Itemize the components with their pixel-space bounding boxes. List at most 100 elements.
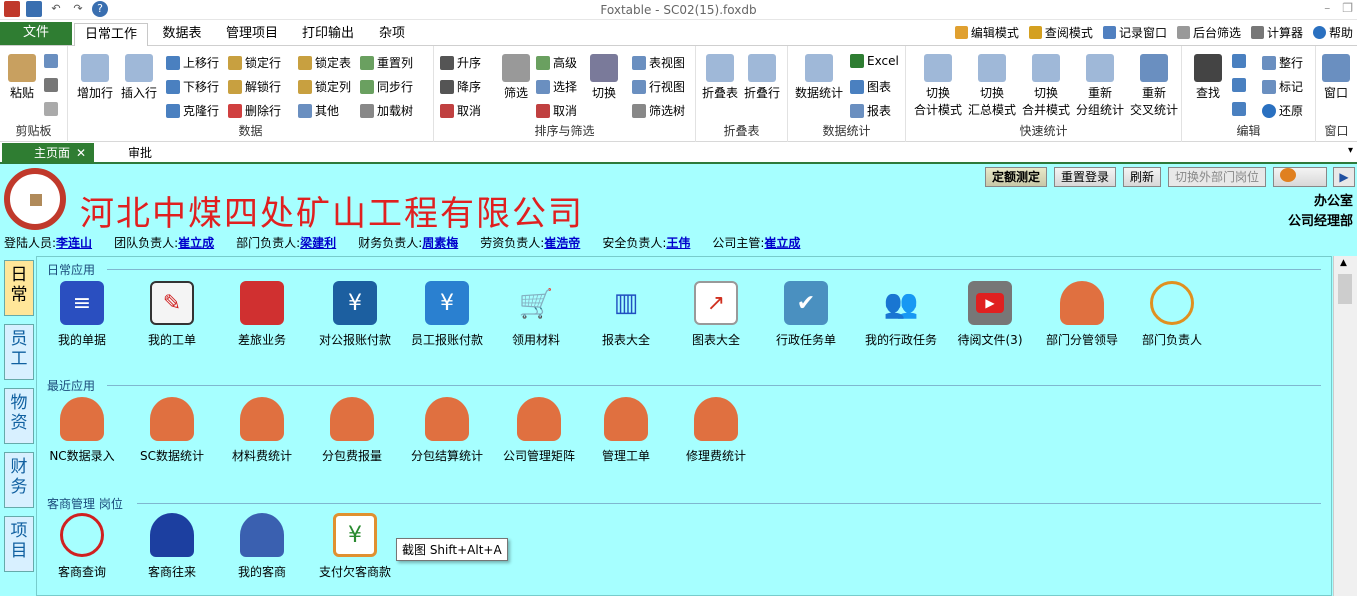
lock-row-button[interactable]: 锁定行 (228, 54, 281, 71)
app-admin-task[interactable]: ✔ 行政任务单 (763, 281, 849, 348)
app-repair-cost[interactable]: 修理费统计 (673, 397, 759, 464)
sort-asc-button[interactable]: 升序 (440, 54, 481, 71)
app-dept-head[interactable]: 部门负责人 (1129, 281, 1215, 348)
app-my-workorder[interactable]: ✎ 我的工单 (129, 281, 215, 348)
fold-table-button[interactable]: 折叠表 (700, 54, 740, 101)
app-customer-query[interactable]: 客商查询 (39, 513, 125, 580)
filter-tree-button[interactable]: 筛选树 (632, 102, 685, 119)
background-filter-button[interactable]: 后台筛选 (1176, 24, 1241, 41)
switch-merge-mode-button[interactable]: 切换 合并模式 (1018, 54, 1074, 118)
app-subcontract-report[interactable]: 分包费报量 (309, 397, 395, 464)
find-button[interactable]: 查找 (1188, 54, 1228, 101)
app-materials[interactable]: 🛒 领用材料 (493, 281, 579, 348)
sort-cancel-button[interactable]: 取消 (440, 102, 481, 119)
fold-row-button[interactable]: 折叠行 (742, 54, 782, 101)
restore-icon[interactable]: ❐ (1342, 1, 1353, 15)
nav-right-icon[interactable]: ▶ (1333, 167, 1355, 187)
excel-button[interactable]: Excel (850, 54, 899, 68)
info-safety-lead-value[interactable]: 王伟 (666, 236, 690, 250)
data-stat-button[interactable]: 数据统计 (792, 54, 846, 101)
tab-approve[interactable]: 审批 (104, 143, 184, 163)
table-view-button[interactable]: 表视图 (632, 54, 685, 71)
add-row-button[interactable]: 增加行 (72, 54, 118, 101)
advanced-filter-button[interactable]: 高级 (536, 54, 577, 71)
fill-button[interactable] (1232, 102, 1246, 116)
app-chart-all[interactable]: ↗ 图表大全 (673, 281, 759, 348)
app-material-cost[interactable]: 材料费统计 (219, 397, 305, 464)
lock-column-button[interactable]: 锁定列 (298, 78, 351, 95)
app-management-matrix[interactable]: 公司管理矩阵 (493, 397, 585, 464)
omega-button[interactable] (1232, 78, 1246, 92)
lock-table-button[interactable]: 锁定表 (298, 54, 351, 71)
spell-button[interactable] (1232, 54, 1246, 68)
tab-home-page[interactable]: 主页面 ✕ (2, 143, 94, 163)
switch-dept-button[interactable]: 切换外部门岗位 (1167, 167, 1266, 187)
help-button[interactable]: 帮助 (1312, 24, 1353, 41)
load-tree-button[interactable]: 加载树 (360, 102, 413, 119)
info-supervisor-value[interactable]: 崔立成 (764, 236, 800, 250)
regroup-stat-button[interactable]: 重新 分组统计 (1072, 54, 1128, 118)
tidy-row-button[interactable]: 整行 (1262, 54, 1303, 71)
format-painter-button[interactable] (44, 102, 58, 116)
clone-row-button[interactable]: 克隆行 (166, 102, 219, 119)
info-finance-lead-value[interactable]: 周素梅 (422, 236, 458, 250)
reset-column-button[interactable]: 重置列 (360, 54, 413, 71)
sync-row-button[interactable]: 同步行 (360, 78, 413, 95)
app-travel[interactable]: 差旅业务 (219, 281, 305, 348)
switch-filter-button[interactable]: 切换 (584, 54, 624, 101)
switch-summary-mode-button[interactable]: 切换 汇总模式 (964, 54, 1020, 118)
vtab-material[interactable]: 物资 (4, 388, 34, 444)
info-labor-lead-value[interactable]: 崔浩帝 (544, 236, 580, 250)
quota-test-button[interactable]: 定额测定 (984, 167, 1047, 187)
cut-button[interactable] (44, 78, 58, 92)
row-view-button[interactable]: 行视图 (632, 78, 685, 95)
minimize-icon[interactable]: – (1324, 1, 1330, 15)
theme-button[interactable] (1273, 167, 1327, 187)
unlock-row-button[interactable]: 解锁行 (228, 78, 281, 95)
copy-button[interactable] (44, 54, 58, 68)
edit-mode-button[interactable]: 编辑模式 (954, 24, 1019, 41)
app-dept-leader[interactable]: 部门分管领导 (1037, 281, 1127, 348)
vtab-project[interactable]: 项目 (4, 516, 34, 572)
vtab-staff[interactable]: 员工 (4, 324, 34, 380)
app-customer-exchange[interactable]: 客商往来 (129, 513, 215, 580)
info-dept-lead-value[interactable]: 梁建利 (300, 236, 336, 250)
calculator-button[interactable]: 计算器 (1250, 24, 1303, 41)
app-subcontract-settle[interactable]: 分包结算统计 (401, 397, 493, 464)
close-icon[interactable]: ✕ (76, 146, 86, 160)
sort-desc-button[interactable]: 降序 (440, 78, 481, 95)
vtab-finance[interactable]: 财务 (4, 452, 34, 508)
app-my-customer[interactable]: 我的客商 (219, 513, 305, 580)
insert-row-button[interactable]: 插入行 (116, 54, 162, 101)
app-public-payment[interactable]: ¥ 对公报账付款 (309, 281, 401, 348)
recross-stat-button[interactable]: 重新 交叉统计 (1126, 54, 1182, 118)
app-my-admin-task[interactable]: 👥 我的行政任务 (853, 281, 949, 348)
app-sc-stat[interactable]: SC数据统计 (129, 397, 215, 464)
paste-button[interactable]: 粘贴 (2, 54, 42, 101)
refresh-button[interactable]: 刷新 (1122, 167, 1161, 187)
other-button[interactable]: 其他 (298, 102, 339, 119)
relogin-button[interactable]: 重置登录 (1053, 167, 1116, 187)
app-staff-payment[interactable]: ¥ 员工报账付款 (401, 281, 493, 348)
select-filter-button[interactable]: 选择 (536, 78, 577, 95)
move-up-button[interactable]: 上移行 (166, 54, 219, 71)
vtab-daily[interactable]: 日常 (4, 260, 34, 316)
tab-manage-project[interactable]: 管理项目 (216, 23, 288, 46)
mark-button[interactable]: 标记 (1262, 78, 1303, 95)
scroll-thumb[interactable] (1338, 274, 1352, 304)
window-button[interactable]: 窗口 (1316, 54, 1356, 101)
view-mode-button[interactable]: 查阅模式 (1028, 24, 1093, 41)
app-management-workorder[interactable]: 管理工单 (583, 397, 669, 464)
scroll-up-icon[interactable]: ▲ (1340, 258, 1347, 268)
tab-file[interactable]: 文件 (0, 22, 72, 45)
app-report-all[interactable]: ▥ 报表大全 (583, 281, 669, 348)
tab-dropdown-icon[interactable]: ▾ (1348, 145, 1353, 156)
tab-misc[interactable]: 杂项 (368, 23, 416, 46)
tab-daily-work[interactable]: 日常工作 (74, 23, 148, 47)
filter-button[interactable]: 筛选 (496, 54, 536, 101)
vertical-scrollbar[interactable]: ▲ (1333, 256, 1357, 596)
move-down-button[interactable]: 下移行 (166, 78, 219, 95)
cancel-filter-button[interactable]: 取消 (536, 102, 577, 119)
record-window-button[interactable]: 记录窗口 (1102, 24, 1167, 41)
info-login-value[interactable]: 李连山 (56, 236, 92, 250)
